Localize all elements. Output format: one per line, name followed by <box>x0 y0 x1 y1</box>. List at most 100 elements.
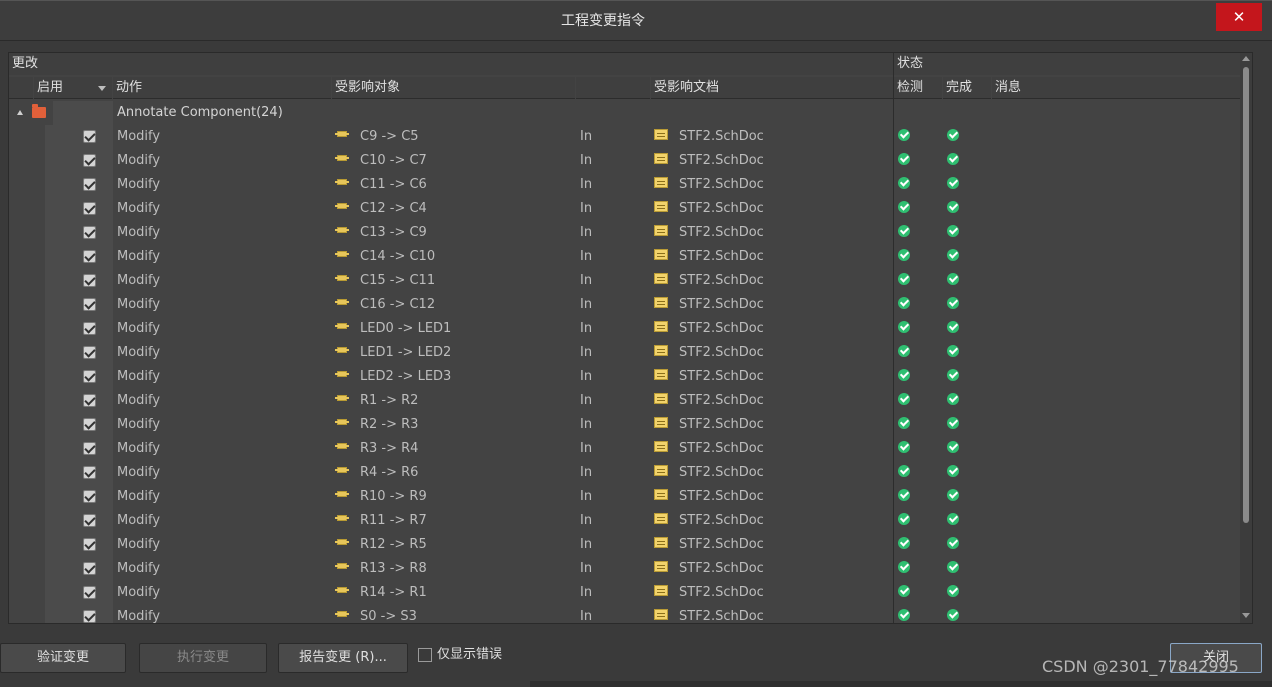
collapse-triangle-icon[interactable] <box>17 110 23 115</box>
affected-document-cell: STF2.SchDoc <box>679 321 764 336</box>
sort-dropdown-icon[interactable] <box>98 86 106 91</box>
scroll-up-icon[interactable] <box>1242 56 1250 61</box>
enable-cell <box>45 461 113 485</box>
in-cell: In <box>580 153 593 168</box>
column-header-affected-object[interactable]: 受影响对象 <box>332 77 575 99</box>
table-row[interactable]: Modify C16 -> C12 In STF2.SchDoc <box>9 293 1239 317</box>
component-icon <box>335 489 349 499</box>
column-header-affected-document[interactable]: 受影响文档 <box>651 77 893 99</box>
table-row[interactable]: Modify C9 -> C5 In STF2.SchDoc <box>9 125 1239 149</box>
report-changes-button[interactable]: 报告变更 (R)... <box>278 643 408 673</box>
enable-checkbox[interactable] <box>83 514 96 527</box>
affected-document-cell: STF2.SchDoc <box>679 585 764 600</box>
table-row[interactable]: Modify LED2 -> LED3 In STF2.SchDoc <box>9 365 1239 389</box>
schdoc-icon <box>654 417 668 428</box>
column-header-action[interactable]: 动作 <box>113 77 331 99</box>
column-header-in[interactable] <box>576 77 650 99</box>
affected-object-cell: C11 -> C6 <box>360 177 427 192</box>
enable-cell <box>45 341 113 365</box>
enable-checkbox[interactable] <box>83 274 96 287</box>
enable-checkbox[interactable] <box>83 154 96 167</box>
done-ok-icon <box>947 297 959 309</box>
table-row[interactable]: Modify R10 -> R9 In STF2.SchDoc <box>9 485 1239 509</box>
close-icon[interactable]: ✕ <box>1216 3 1262 31</box>
enable-checkbox[interactable] <box>83 178 96 191</box>
enable-checkbox[interactable] <box>83 418 96 431</box>
enable-cell <box>45 125 113 149</box>
action-cell: Modify <box>117 393 161 408</box>
group-row[interactable]: Annotate Component(24) <box>9 101 1239 125</box>
done-ok-icon <box>947 201 959 213</box>
validate-changes-button[interactable]: 验证变更 <box>0 643 126 673</box>
only-show-errors-checkbox[interactable] <box>418 648 432 662</box>
affected-object-cell: C9 -> C5 <box>360 129 419 144</box>
action-cell: Modify <box>117 609 161 624</box>
enable-checkbox[interactable] <box>83 370 96 383</box>
enable-checkbox[interactable] <box>83 538 96 551</box>
enable-checkbox[interactable] <box>83 322 96 335</box>
action-cell: Modify <box>117 177 161 192</box>
enable-checkbox[interactable] <box>83 250 96 263</box>
enable-checkbox[interactable] <box>83 130 96 143</box>
check-ok-icon <box>898 297 910 309</box>
schdoc-icon <box>654 513 668 524</box>
enable-checkbox[interactable] <box>83 610 96 623</box>
scroll-down-icon[interactable] <box>1242 613 1250 618</box>
column-header-message[interactable]: 消息 <box>992 77 1240 99</box>
table-row[interactable]: Modify C14 -> C10 In STF2.SchDoc <box>9 245 1239 269</box>
done-ok-icon <box>947 585 959 597</box>
enable-checkbox[interactable] <box>83 394 96 407</box>
table-row[interactable]: Modify C13 -> C9 In STF2.SchDoc <box>9 221 1239 245</box>
footer: 验证变更 执行变更 报告变更 (R)... 仅显示错误 关闭 CSDN @230… <box>0 631 1272 687</box>
table-row[interactable]: Modify R4 -> R6 In STF2.SchDoc <box>9 461 1239 485</box>
enable-checkbox[interactable] <box>83 442 96 455</box>
table-row[interactable]: Modify R14 -> R1 In STF2.SchDoc <box>9 581 1239 605</box>
enable-checkbox[interactable] <box>83 226 96 239</box>
affected-object-cell: LED1 -> LED2 <box>360 345 452 360</box>
table-row[interactable]: Modify C10 -> C7 In STF2.SchDoc <box>9 149 1239 173</box>
affected-document-cell: STF2.SchDoc <box>679 417 764 432</box>
schdoc-icon <box>654 609 668 620</box>
execute-changes-button[interactable]: 执行变更 <box>139 643 267 673</box>
table-row[interactable]: Modify C12 -> C4 In STF2.SchDoc <box>9 197 1239 221</box>
table-row[interactable]: Modify C15 -> C11 In STF2.SchDoc <box>9 269 1239 293</box>
enable-checkbox[interactable] <box>83 562 96 575</box>
table-row[interactable]: Modify S0 -> S3 In STF2.SchDoc <box>9 605 1239 624</box>
enable-cell <box>45 533 113 557</box>
vertical-scrollbar[interactable] <box>1240 53 1252 623</box>
changes-table: 更改 状态 启用 动作 受影响对象 受影响文档 检测 完成 消息 Annotat… <box>8 52 1253 624</box>
affected-document-cell: STF2.SchDoc <box>679 369 764 384</box>
table-row[interactable]: Modify R3 -> R4 In STF2.SchDoc <box>9 437 1239 461</box>
enable-checkbox[interactable] <box>83 346 96 359</box>
enable-cell <box>45 365 113 389</box>
table-row[interactable]: Modify LED0 -> LED1 In STF2.SchDoc <box>9 317 1239 341</box>
table-row[interactable]: Modify R13 -> R8 In STF2.SchDoc <box>9 557 1239 581</box>
table-row[interactable]: Modify C11 -> C6 In STF2.SchDoc <box>9 173 1239 197</box>
table-row[interactable]: Modify R12 -> R5 In STF2.SchDoc <box>9 533 1239 557</box>
table-row[interactable]: Modify R1 -> R2 In STF2.SchDoc <box>9 389 1239 413</box>
column-header-check[interactable]: 检测 <box>894 77 942 99</box>
window-title: 工程变更指令 <box>561 13 645 29</box>
check-ok-icon <box>898 537 910 549</box>
table-row[interactable]: Modify R11 -> R7 In STF2.SchDoc <box>9 509 1239 533</box>
affected-object-cell: R14 -> R1 <box>360 585 427 600</box>
enable-checkbox[interactable] <box>83 466 96 479</box>
affected-document-cell: STF2.SchDoc <box>679 561 764 576</box>
schdoc-icon <box>654 225 668 236</box>
enable-checkbox[interactable] <box>83 202 96 215</box>
table-row[interactable]: Modify R2 -> R3 In STF2.SchDoc <box>9 413 1239 437</box>
enable-cell <box>45 413 113 437</box>
enable-checkbox[interactable] <box>83 586 96 599</box>
done-ok-icon <box>947 129 959 141</box>
in-cell: In <box>580 537 593 552</box>
in-cell: In <box>580 585 593 600</box>
column-header-done[interactable]: 完成 <box>943 77 991 99</box>
affected-document-cell: STF2.SchDoc <box>679 513 764 528</box>
component-icon <box>335 393 349 403</box>
enable-checkbox[interactable] <box>83 298 96 311</box>
enable-checkbox[interactable] <box>83 490 96 503</box>
schdoc-icon <box>654 369 668 380</box>
scroll-thumb[interactable] <box>1243 67 1249 523</box>
table-row[interactable]: Modify LED1 -> LED2 In STF2.SchDoc <box>9 341 1239 365</box>
only-show-errors-label: 仅显示错误 <box>437 647 503 662</box>
